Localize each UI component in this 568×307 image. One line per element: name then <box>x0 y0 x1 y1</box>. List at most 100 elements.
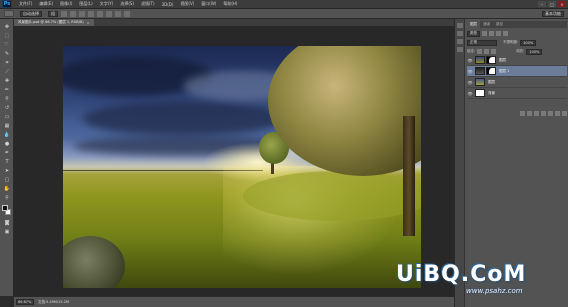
close-tab-icon[interactable]: × <box>87 21 90 25</box>
character-panel-icon[interactable] <box>457 47 463 52</box>
gradient-tool-icon[interactable]: ▦ <box>3 122 11 129</box>
move-tool-preset-icon[interactable] <box>4 10 14 17</box>
lock-all-icon[interactable] <box>491 49 497 54</box>
visibility-eye-icon[interactable]: 👁 <box>467 69 473 74</box>
menu-file[interactable]: 文件(F) <box>19 1 32 7</box>
fill-field[interactable]: 100% <box>526 48 543 55</box>
link-layers-icon[interactable] <box>520 111 525 116</box>
history-panel-icon[interactable] <box>457 23 463 28</box>
minimize-button[interactable]: – <box>538 1 546 7</box>
shape-filter-icon[interactable] <box>503 31 508 36</box>
menu-window[interactable]: 窗口(W) <box>201 1 216 7</box>
blur-tool-icon[interactable]: 💧 <box>3 131 11 138</box>
align-bottom-icon[interactable] <box>79 10 85 17</box>
type-filter-icon[interactable] <box>496 31 501 36</box>
quick-mask-icon[interactable]: ◙ <box>3 219 11 226</box>
pen-tool-icon[interactable]: ✒ <box>3 149 11 156</box>
eyedropper-tool-icon[interactable]: ⟋ <box>3 68 11 75</box>
adjustment-filter-icon[interactable] <box>489 31 494 36</box>
visibility-eye-icon[interactable]: 👁 <box>467 58 473 63</box>
tab-paths[interactable]: 路径 <box>493 21 506 28</box>
marquee-tool-icon[interactable]: ⬚ <box>3 32 11 39</box>
delete-layer-icon[interactable] <box>562 111 567 116</box>
layer-row-selected[interactable]: 👁 图层 1 <box>467 66 567 77</box>
align-right-icon[interactable] <box>106 10 112 17</box>
watermark-url: www.psahz.com <box>466 287 523 295</box>
foreground-color-swatch[interactable] <box>2 205 8 211</box>
zoom-level-field[interactable]: 66.67% <box>16 299 34 305</box>
align-top-icon[interactable] <box>61 10 67 17</box>
hand-tool-icon[interactable]: ✋ <box>3 185 11 192</box>
menu-3d[interactable]: 3D(D) <box>162 2 174 7</box>
shape-tool-icon[interactable]: ▢ <box>3 176 11 183</box>
lock-position-icon[interactable] <box>484 49 490 54</box>
layer-row[interactable]: 👁 图层 <box>467 55 567 66</box>
pixel-filter-icon[interactable] <box>482 31 487 36</box>
layer-style-icon[interactable] <box>527 111 532 116</box>
adjustments-panel-icon[interactable] <box>457 39 463 44</box>
canvas-workspace[interactable] <box>14 26 454 296</box>
new-layer-icon[interactable] <box>555 111 560 116</box>
path-select-tool-icon[interactable]: ➤ <box>3 167 11 174</box>
layer-thumbnail <box>475 89 485 97</box>
document-tab-label: 风景图片.psd @ 66.7% (图层 1, RGB/8) <box>18 20 84 24</box>
visibility-eye-icon[interactable]: 👁 <box>467 91 473 96</box>
healing-brush-tool-icon[interactable]: ✚ <box>3 77 11 84</box>
type-tool-icon[interactable]: T <box>3 158 11 165</box>
brush-tool-icon[interactable]: ✏ <box>3 86 11 93</box>
layer-mask-thumbnail[interactable] <box>486 67 496 75</box>
add-mask-icon[interactable] <box>534 111 539 116</box>
menu-select[interactable]: 选择(S) <box>120 1 134 7</box>
opacity-field[interactable]: 100% <box>520 39 537 46</box>
maximize-button[interactable]: □ <box>548 1 556 7</box>
blend-mode-dropdown[interactable]: 正常 <box>467 39 497 46</box>
menu-view[interactable]: 视图(V) <box>180 1 194 7</box>
layer-kind-filter[interactable]: 类型 <box>467 30 480 37</box>
auto-select-checkbox[interactable]: 自动选择 <box>20 10 42 17</box>
eraser-tool-icon[interactable]: ▭ <box>3 113 11 120</box>
layer-row[interactable]: 👁 背景 <box>467 88 567 99</box>
properties-panel-icon[interactable] <box>457 31 463 36</box>
layer-mask-thumbnail[interactable] <box>486 56 496 64</box>
dark-cloud <box>83 101 283 136</box>
menu-filter[interactable]: 滤镜(T) <box>141 1 155 7</box>
layers-footer <box>467 111 567 117</box>
tab-channels[interactable]: 通道 <box>480 21 493 28</box>
menu-help[interactable]: 帮助(H) <box>223 1 237 7</box>
menu-type[interactable]: 文字(Y) <box>100 1 114 7</box>
dodge-tool-icon[interactable]: ● <box>3 140 11 147</box>
3d-mode-icon[interactable] <box>124 10 130 17</box>
meadow-hill <box>243 171 421 221</box>
layer-row[interactable]: 👁 图层 <box>467 77 567 88</box>
visibility-eye-icon[interactable]: 👁 <box>467 80 473 85</box>
align-center-icon[interactable] <box>97 10 103 17</box>
group-select-dropdown[interactable]: 组 <box>48 10 58 17</box>
lock-fill-row: 锁定: 填充: 100% <box>467 48 567 55</box>
menu-layer[interactable]: 图层(L) <box>79 1 92 7</box>
document-size-info[interactable]: 文档:5.49M/15.2M <box>38 300 69 305</box>
menu-edit[interactable]: 编辑(E) <box>39 1 53 7</box>
distribute-icon[interactable] <box>115 10 121 17</box>
quick-select-tool-icon[interactable]: ✎ <box>3 50 11 57</box>
workspace-dropdown[interactable]: 基本功能 <box>542 11 564 17</box>
zoom-tool-icon[interactable]: ⚲ <box>3 194 11 201</box>
layer-thumbnail <box>475 78 485 86</box>
document-tab[interactable]: 风景图片.psd @ 66.7% (图层 1, RGB/8) × <box>14 19 94 26</box>
layer-name: 图层 <box>488 79 495 84</box>
close-button[interactable]: × <box>558 1 566 7</box>
document-canvas[interactable] <box>63 46 421 288</box>
layer-name: 图层 1 <box>499 68 510 73</box>
clone-stamp-tool-icon[interactable]: ⚲ <box>3 95 11 102</box>
adjustment-layer-icon[interactable] <box>541 111 546 116</box>
crop-tool-icon[interactable]: ⌗ <box>3 59 11 66</box>
lasso-tool-icon[interactable]: ➰ <box>3 41 11 48</box>
move-tool-icon[interactable]: ✥ <box>3 23 11 30</box>
history-brush-tool-icon[interactable]: ↺ <box>3 104 11 111</box>
new-group-icon[interactable] <box>548 111 553 116</box>
align-middle-icon[interactable] <box>70 10 76 17</box>
tab-layers[interactable]: 图层 <box>467 21 480 28</box>
screen-mode-icon[interactable]: ▣ <box>3 228 11 235</box>
menu-image[interactable]: 图像(I) <box>60 1 72 7</box>
align-left-icon[interactable] <box>88 10 94 17</box>
lock-pixels-icon[interactable] <box>477 49 483 54</box>
